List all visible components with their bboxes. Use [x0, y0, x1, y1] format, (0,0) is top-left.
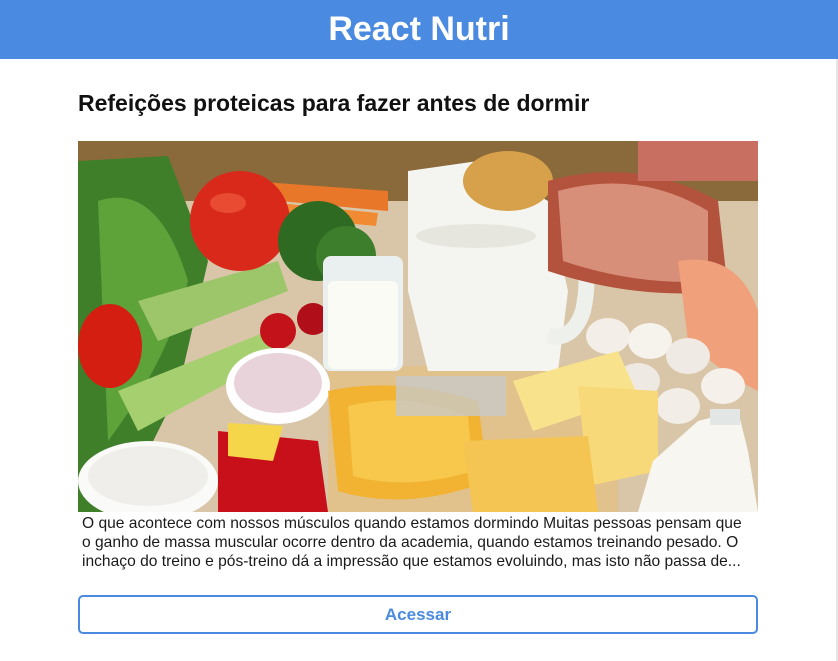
access-button[interactable]: Acessar [78, 595, 758, 634]
post-title: Refeições proteicas para fazer antes de … [78, 90, 590, 116]
app-header: React Nutri [0, 0, 838, 59]
food-photo-icon [78, 141, 758, 512]
post-card: Refeições proteicas para fazer antes de … [78, 59, 758, 634]
post-image [78, 141, 758, 512]
app-title: React Nutri [328, 10, 510, 48]
post-excerpt: O que acontece com nossos músculos quand… [82, 515, 742, 570]
